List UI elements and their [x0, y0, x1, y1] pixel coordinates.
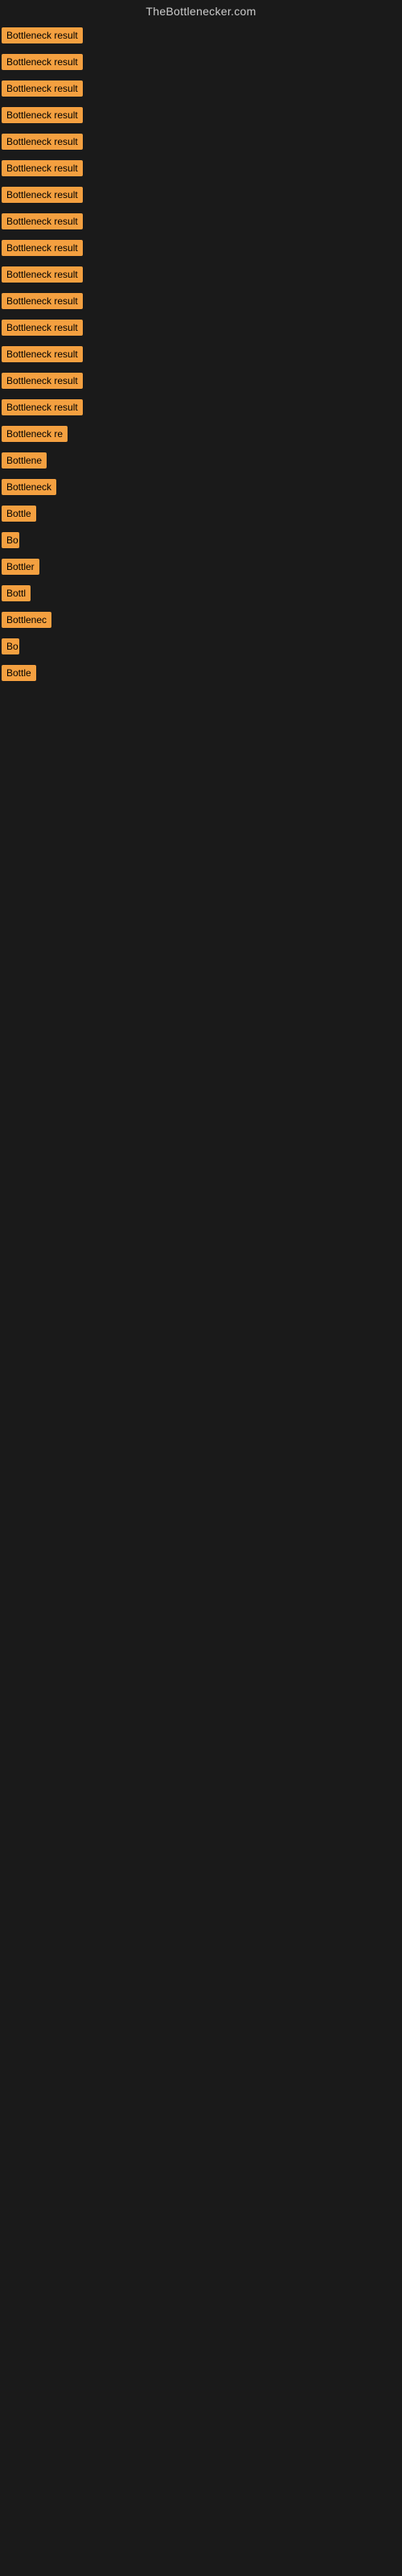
list-item: Bottlene [0, 449, 402, 476]
bottleneck-result-badge[interactable]: Bo [2, 638, 19, 654]
bottleneck-result-badge[interactable]: Bottlene [2, 452, 47, 469]
bottleneck-result-badge[interactable]: Bottle [2, 506, 36, 522]
list-item: Bottleneck re [0, 423, 402, 449]
bottleneck-result-badge[interactable]: Bottleneck result [2, 293, 83, 309]
bottleneck-result-badge[interactable]: Bottleneck result [2, 373, 83, 389]
bottleneck-result-badge[interactable]: Bottleneck result [2, 240, 83, 256]
bottleneck-result-badge[interactable]: Bottleneck result [2, 160, 83, 176]
list-item: Bottleneck result [0, 316, 402, 343]
list-item: Bottleneck result [0, 157, 402, 184]
list-item: Bottleneck result [0, 263, 402, 290]
bottleneck-result-badge[interactable]: Bottleneck result [2, 346, 83, 362]
list-item: Bottlenec [0, 609, 402, 635]
list-item: Bottleneck result [0, 104, 402, 130]
list-item: Bottleneck result [0, 130, 402, 157]
list-item: Bottler [0, 555, 402, 582]
bottleneck-result-badge[interactable]: Bottleneck result [2, 213, 83, 229]
bottleneck-result-badge[interactable]: Bottlenec [2, 612, 51, 628]
site-title: TheBottlenecker.com [0, 0, 402, 24]
list-item: Bottleneck [0, 476, 402, 502]
bottleneck-result-badge[interactable]: Bottle [2, 665, 36, 681]
list-item: Bottleneck result [0, 184, 402, 210]
list-item: Bottleneck result [0, 369, 402, 396]
list-item: Bottleneck result [0, 77, 402, 104]
list-item: Bottle [0, 662, 402, 688]
list-item: Bottleneck result [0, 343, 402, 369]
list-item: Bottle [0, 502, 402, 529]
bottleneck-result-badge[interactable]: Bottleneck [2, 479, 56, 495]
list-item: Bottleneck result [0, 24, 402, 51]
bottleneck-result-badge[interactable]: Bottleneck result [2, 80, 83, 97]
bottleneck-result-badge[interactable]: Bottleneck result [2, 187, 83, 203]
list-item: Bottleneck result [0, 290, 402, 316]
list-item: Bottleneck result [0, 210, 402, 237]
bottleneck-result-badge[interactable]: Bottleneck result [2, 134, 83, 150]
list-item: Bo [0, 635, 402, 662]
list-item: Bo [0, 529, 402, 555]
bottleneck-result-badge[interactable]: Bottler [2, 559, 39, 575]
bottleneck-result-badge[interactable]: Bottl [2, 585, 31, 601]
bottleneck-result-badge[interactable]: Bottleneck result [2, 27, 83, 43]
bottleneck-result-badge[interactable]: Bottleneck result [2, 54, 83, 70]
bottleneck-result-badge[interactable]: Bottleneck result [2, 266, 83, 283]
list-item: Bottl [0, 582, 402, 609]
list-item: Bottleneck result [0, 396, 402, 423]
list-item: Bottleneck result [0, 51, 402, 77]
bottleneck-result-badge[interactable]: Bottleneck result [2, 320, 83, 336]
bottleneck-result-badge[interactable]: Bottleneck result [2, 107, 83, 123]
bottleneck-result-badge[interactable]: Bottleneck re [2, 426, 68, 442]
bottleneck-result-badge[interactable]: Bo [2, 532, 19, 548]
list-item: Bottleneck result [0, 237, 402, 263]
bottleneck-result-badge[interactable]: Bottleneck result [2, 399, 83, 415]
